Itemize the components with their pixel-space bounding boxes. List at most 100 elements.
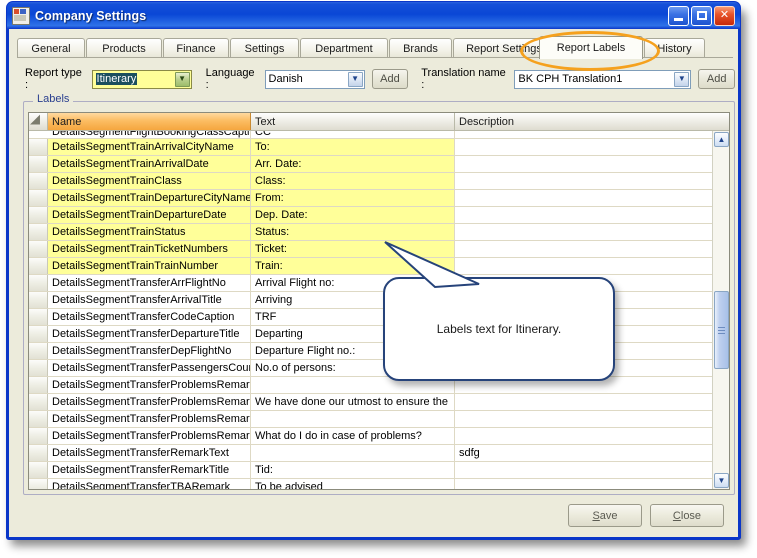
text-cell[interactable]: What do I do in case of problems? (251, 428, 455, 444)
table-row[interactable]: DetailsSegmentTransferProblemsRemark We h… (29, 394, 712, 411)
table-row[interactable]: DetailsSegmentTransferProblemsRemark What… (29, 428, 712, 445)
row-header-cell[interactable] (29, 156, 48, 172)
description-cell[interactable] (455, 207, 712, 223)
row-header-cell[interactable] (29, 224, 48, 240)
table-row[interactable]: DetailsSegmentTransferRemarkText sdfg (29, 445, 712, 462)
text-cell[interactable]: Status: (251, 224, 455, 240)
name-cell[interactable]: DetailsSegmentTrainStatus (48, 224, 251, 240)
row-header-cell[interactable] (29, 343, 48, 359)
table-row[interactable]: DetailsSegmentTrainStatus Status: (29, 224, 712, 241)
description-cell[interactable]: sdfg (455, 445, 712, 461)
text-cell[interactable] (251, 411, 455, 427)
name-cell[interactable]: DetailsSegmentTransferRemarkText (48, 445, 251, 461)
row-header-cell[interactable] (29, 411, 48, 427)
description-cell[interactable] (455, 394, 712, 410)
table-row[interactable]: DetailsSegmentTrainTrainNumber Train: (29, 258, 712, 275)
row-header-cell[interactable] (29, 241, 48, 257)
chevron-down-icon[interactable]: ▼ (174, 71, 190, 87)
name-cell[interactable]: DetailsSegmentTransferPassengersCount (48, 360, 251, 376)
description-cell[interactable] (455, 190, 712, 206)
table-row[interactable]: DetailsSegmentTrainTicketNumbers Ticket: (29, 241, 712, 258)
tab-settings[interactable]: Settings (230, 38, 299, 58)
row-header-cell[interactable] (29, 360, 48, 376)
scroll-up-icon[interactable]: ▲ (714, 132, 729, 147)
name-cell[interactable]: DetailsSegmentTransferProblemsRemark (48, 377, 251, 393)
description-cell[interactable] (455, 428, 712, 444)
text-cell[interactable]: Dep. Date: (251, 207, 455, 223)
chevron-down-icon[interactable]: ▼ (347, 71, 363, 87)
row-header-cell[interactable] (29, 479, 48, 489)
text-cell[interactable]: To: (251, 139, 455, 155)
name-cell[interactable]: DetailsSegmentTransferRemarkTitle (48, 462, 251, 478)
row-header-cell[interactable] (29, 326, 48, 342)
text-cell[interactable]: Tid: (251, 462, 455, 478)
scroll-down-icon[interactable]: ▼ (714, 473, 729, 488)
name-cell[interactable]: DetailsSegmentTrainTicketNumbers (48, 241, 251, 257)
name-cell[interactable]: DetailsSegmentTrainArrivalCityName (48, 139, 251, 155)
table-row[interactable]: DetailsSegmentTrainClass Class: (29, 173, 712, 190)
name-cell[interactable]: DetailsSegmentTrainArrivalDate (48, 156, 251, 172)
row-header-cell[interactable] (29, 377, 48, 393)
description-cell[interactable] (455, 462, 712, 478)
row-header-cell[interactable] (29, 275, 48, 291)
table-row[interactable]: DetailsSegmentTransferProblemsRemark (29, 377, 712, 394)
description-cell[interactable] (455, 173, 712, 189)
row-header-cell[interactable] (29, 462, 48, 478)
table-row[interactable]: DetailsSegmentTransferProblemsRemark (29, 411, 712, 428)
select-all-header[interactable] (29, 113, 48, 130)
name-cell[interactable]: DetailsSegmentTransferProblemsRemark (48, 394, 251, 410)
text-cell[interactable]: CC (251, 131, 455, 138)
tab-department[interactable]: Department (300, 38, 388, 58)
column-header-name[interactable]: Name (48, 113, 251, 130)
labels-grid[interactable]: Name Text Description DetailsSegmentFlig… (28, 112, 730, 490)
description-cell[interactable] (455, 479, 712, 489)
name-cell[interactable]: DetailsSegmentTransferCodeCaption (48, 309, 251, 325)
text-cell[interactable]: From: (251, 190, 455, 206)
add-translation-button[interactable]: Add (698, 69, 735, 89)
name-cell[interactable]: DetailsSegmentTransferArrivalTitle (48, 292, 251, 308)
row-header-cell[interactable] (29, 428, 48, 444)
add-language-button[interactable]: Add (371, 69, 409, 89)
row-header-cell[interactable] (29, 207, 48, 223)
name-cell[interactable]: DetailsSegmentTrainClass (48, 173, 251, 189)
table-row[interactable]: DetailsSegmentFlightBookingClassCaption C… (29, 131, 712, 139)
description-cell[interactable] (455, 258, 712, 274)
name-cell[interactable]: DetailsSegmentTrainDepartureCityName (48, 190, 251, 206)
table-row[interactable]: DetailsSegmentTrainDepartureDate Dep. Dat… (29, 207, 712, 224)
column-header-text[interactable]: Text (251, 113, 455, 130)
close-icon[interactable]: ✕ (714, 5, 735, 26)
description-cell[interactable] (455, 411, 712, 427)
row-header-cell[interactable] (29, 445, 48, 461)
table-row[interactable]: DetailsSegmentTransferRemarkTitle Tid: (29, 462, 712, 479)
table-row[interactable]: DetailsSegmentTransferTBARemark To be adv… (29, 479, 712, 489)
minimize-button[interactable] (668, 5, 689, 26)
name-cell[interactable]: DetailsSegmentTransferProblemsRemark (48, 411, 251, 427)
name-cell[interactable]: DetailsSegmentFlightBookingClassCaption (48, 131, 251, 138)
description-cell[interactable] (455, 156, 712, 172)
tab-products[interactable]: Products (86, 38, 162, 58)
description-cell[interactable] (455, 224, 712, 240)
maximize-button[interactable] (691, 5, 712, 26)
cancel-button[interactable]: Close (650, 504, 724, 527)
tab-general[interactable]: General (17, 38, 85, 58)
name-cell[interactable]: DetailsSegmentTrainDepartureDate (48, 207, 251, 223)
tab-brands[interactable]: Brands (389, 38, 452, 58)
row-header-cell[interactable] (29, 139, 48, 155)
translation-name-combo[interactable]: BK CPH Translation1 ▼ (514, 69, 692, 89)
description-cell[interactable] (455, 241, 712, 257)
save-button[interactable]: Save (568, 504, 642, 527)
tab-finance[interactable]: Finance (163, 38, 229, 58)
name-cell[interactable]: DetailsSegmentTransferDepartureTitle (48, 326, 251, 342)
text-cell[interactable] (251, 445, 455, 461)
text-cell[interactable]: Class: (251, 173, 455, 189)
name-cell[interactable]: DetailsSegmentTransferArrFlightNo (48, 275, 251, 291)
table-row[interactable]: DetailsSegmentTrainArrivalCityName To: (29, 139, 712, 156)
table-row[interactable]: DetailsSegmentTrainDepartureCityName From… (29, 190, 712, 207)
name-cell[interactable]: DetailsSegmentTransferTBARemark (48, 479, 251, 489)
language-combo[interactable]: Danish ▼ (264, 69, 365, 89)
table-row[interactable]: DetailsSegmentTrainArrivalDate Arr. Date: (29, 156, 712, 173)
tab-report-labels[interactable]: Report Labels (539, 36, 643, 59)
row-header-cell[interactable] (29, 309, 48, 325)
row-header-cell[interactable] (29, 292, 48, 308)
row-header-cell[interactable] (29, 173, 48, 189)
